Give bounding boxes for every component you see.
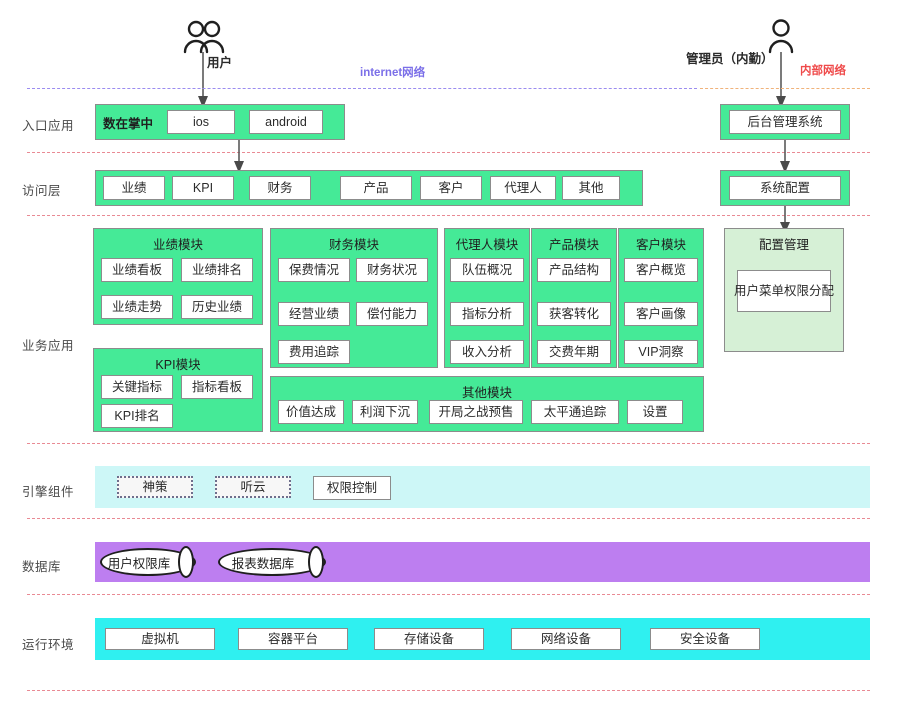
admin-actor-label: 管理员（内勤） <box>686 48 774 67</box>
access-item-kpi[interactable]: KPI <box>172 176 234 200</box>
separator-engine-database <box>27 518 870 519</box>
runtime-item-security[interactable]: 安全设备 <box>650 628 760 650</box>
module-dailiren-item-2[interactable]: 收入分析 <box>450 340 524 364</box>
module-qita-item-2[interactable]: 开局之战预售 <box>429 400 523 424</box>
database-report-data-label: 报表数据库 <box>218 548 326 576</box>
entry-client-ios[interactable]: ios <box>167 110 235 134</box>
config-management-title: 配置管理 <box>725 234 843 253</box>
engine-item-tingyun[interactable]: 听云 <box>215 476 291 498</box>
module-caiwu-title: 财务模块 <box>271 234 437 253</box>
module-caiwu-item-4[interactable]: 费用追踪 <box>278 340 350 364</box>
architecture-diagram: 用户 管理员（内勤） internet网络 内部网络 入口应用 访问层 业务应用… <box>0 0 897 720</box>
entry-client-android[interactable]: android <box>249 110 323 134</box>
runtime-item-storage[interactable]: 存储设备 <box>374 628 484 650</box>
separator-bottom <box>27 690 870 691</box>
database-report-data[interactable]: 报表数据库 <box>218 548 326 576</box>
access-item-dailiren[interactable]: 代理人 <box>490 176 556 200</box>
module-chanpin-item-2[interactable]: 交费年期 <box>537 340 611 364</box>
module-kehu-item-0[interactable]: 客户概览 <box>624 258 698 282</box>
database-user-permission-label: 用户权限库 <box>100 548 196 576</box>
module-caiwu-item-3[interactable]: 偿付能力 <box>356 302 428 326</box>
row-label-engine: 引擎组件 <box>22 481 94 500</box>
module-dailiren-title: 代理人模块 <box>445 234 529 253</box>
module-qita-item-4[interactable]: 设置 <box>627 400 683 424</box>
module-kpi-title: KPI模块 <box>94 354 262 373</box>
zone-caption-internal: 内部网络 <box>800 62 846 78</box>
access-item-caiwu[interactable]: 财务 <box>249 176 311 200</box>
database-user-permission[interactable]: 用户权限库 <box>100 548 196 576</box>
runtime-item-container[interactable]: 容器平台 <box>238 628 348 650</box>
module-kehu-title: 客户模块 <box>619 234 703 253</box>
separator-entry-access <box>27 152 870 153</box>
module-yeji-title: 业绩模块 <box>94 234 262 253</box>
module-caiwu-item-0[interactable]: 保费情况 <box>278 258 350 282</box>
module-yeji-item-0[interactable]: 业绩看板 <box>101 258 173 282</box>
module-yeji-item-2[interactable]: 业绩走势 <box>101 295 173 319</box>
module-kehu-item-1[interactable]: 客户画像 <box>624 302 698 326</box>
module-kpi-item-0[interactable]: 关键指标 <box>101 375 173 399</box>
users-actor-label: 用户 <box>207 52 232 71</box>
engine-item-shence[interactable]: 神策 <box>117 476 193 498</box>
entry-app-name: 数在掌中 <box>103 104 153 140</box>
row-label-entry: 入口应用 <box>22 115 94 134</box>
module-qita-item-3[interactable]: 太平通追踪 <box>531 400 619 424</box>
runtime-item-network[interactable]: 网络设备 <box>511 628 621 650</box>
module-caiwu-item-1[interactable]: 财务状况 <box>356 258 428 282</box>
zone-caption-internet: internet网络 <box>360 64 425 80</box>
module-qita-item-1[interactable]: 利润下沉 <box>352 400 418 424</box>
database-layer-band <box>95 542 870 582</box>
config-user-menu-permission[interactable]: 用户菜单权限分配 <box>737 270 831 312</box>
module-caiwu-item-2[interactable]: 经营业绩 <box>278 302 350 326</box>
row-label-access: 访问层 <box>22 180 94 199</box>
module-chanpin-item-0[interactable]: 产品结构 <box>537 258 611 282</box>
row-label-business: 业务应用 <box>22 335 94 354</box>
row-label-database: 数据库 <box>22 556 94 575</box>
separator-internal-top <box>700 88 870 89</box>
separator-internet-top <box>27 88 697 89</box>
access-item-kehu[interactable]: 客户 <box>420 176 482 200</box>
admin-system-config-chip[interactable]: 系统配置 <box>729 176 841 200</box>
engine-item-permission-control[interactable]: 权限控制 <box>313 476 391 500</box>
runtime-item-vm[interactable]: 虚拟机 <box>105 628 215 650</box>
module-yeji-item-3[interactable]: 历史业绩 <box>181 295 253 319</box>
module-dailiren-item-0[interactable]: 队伍概况 <box>450 258 524 282</box>
module-qita-title: 其他模块 <box>271 382 703 401</box>
separator-database-runtime <box>27 594 870 595</box>
engine-layer-band <box>95 466 870 508</box>
module-qita-item-0[interactable]: 价值达成 <box>278 400 344 424</box>
access-item-yeji[interactable]: 业绩 <box>103 176 165 200</box>
module-kpi-item-1[interactable]: 指标看板 <box>181 375 253 399</box>
module-chanpin-title: 产品模块 <box>532 234 616 253</box>
module-kpi-item-2[interactable]: KPI排名 <box>101 404 173 428</box>
module-chanpin-item-1[interactable]: 获客转化 <box>537 302 611 326</box>
access-item-qita[interactable]: 其他 <box>562 176 620 200</box>
separator-business-engine <box>27 443 870 444</box>
module-kehu-item-2[interactable]: VIP洞察 <box>624 340 698 364</box>
row-label-runtime: 运行环境 <box>22 634 94 653</box>
admin-system-chip[interactable]: 后台管理系统 <box>729 110 841 134</box>
module-yeji-item-1[interactable]: 业绩排名 <box>181 258 253 282</box>
module-dailiren-item-1[interactable]: 指标分析 <box>450 302 524 326</box>
separator-access-business <box>27 215 870 216</box>
access-item-chanpin[interactable]: 产品 <box>340 176 412 200</box>
